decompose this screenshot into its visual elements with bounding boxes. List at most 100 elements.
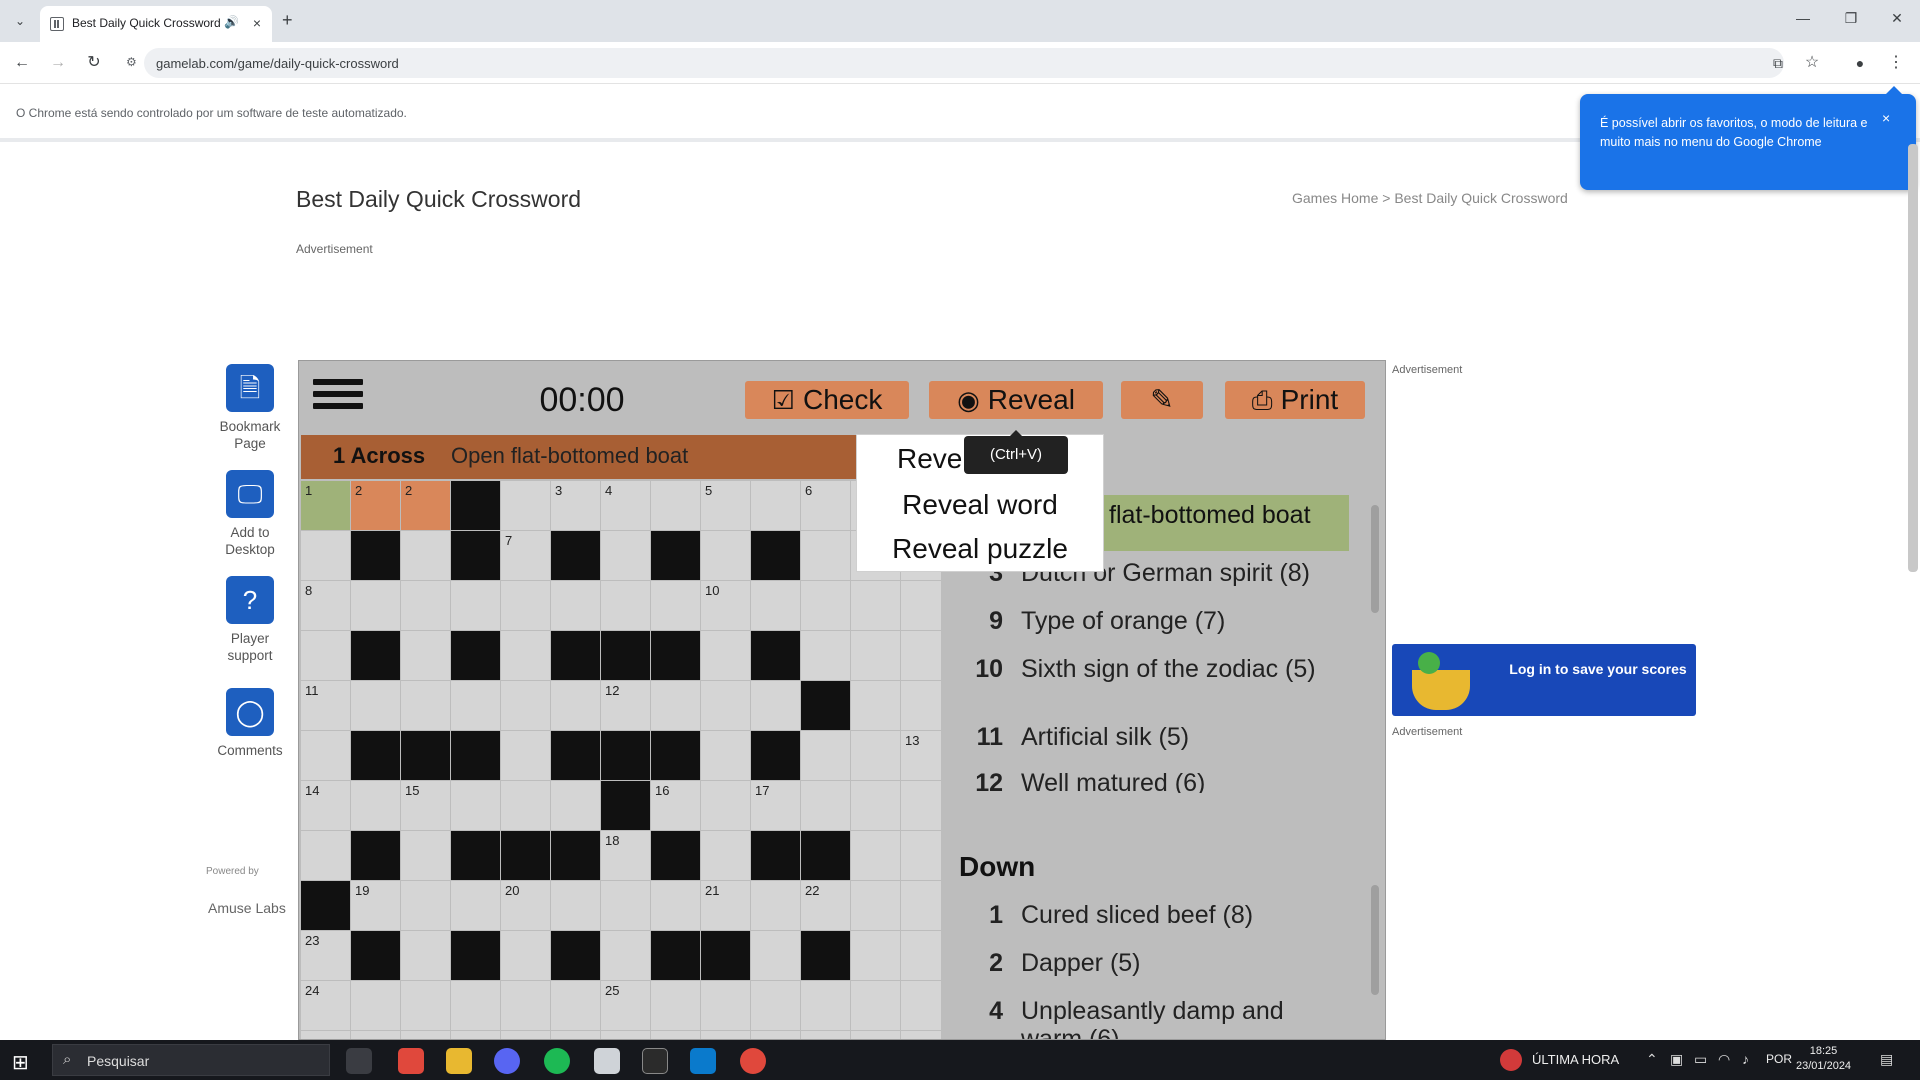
grid-cell[interactable]: 5 (701, 481, 750, 530)
login-banner[interactable]: Log in to save your scores (1392, 644, 1696, 716)
hamburger-menu-icon[interactable] (313, 379, 363, 415)
grid-cell[interactable] (601, 581, 650, 630)
grid-cell[interactable] (501, 981, 550, 1030)
address-bar[interactable]: gamelab.com/game/daily-quick-crossword (144, 48, 1784, 78)
grid-cell[interactable] (601, 1031, 650, 1039)
grid-cell[interactable] (301, 1031, 350, 1039)
chrome-menu-icon[interactable]: ⋮ (1884, 51, 1908, 75)
print-button[interactable]: ⎙ Print (1225, 381, 1365, 419)
grid-cell[interactable] (451, 581, 500, 630)
grid-cell[interactable] (851, 981, 900, 1030)
grid-cell[interactable] (651, 681, 700, 730)
player-support-button[interactable]: ? Player support (208, 576, 292, 664)
add-to-desktop-button[interactable]: 🖵 Add to Desktop (208, 470, 292, 558)
grid-cell[interactable] (551, 781, 600, 830)
breadcrumb[interactable]: Games Home > Best Daily Quick Crossword (1292, 190, 1568, 206)
down-clue[interactable]: 1 Cured sliced beef (8) (967, 901, 1347, 929)
pencil-button[interactable]: ✎ (1121, 381, 1203, 419)
reveal-puzzle-item[interactable]: Reveal puzzle (857, 527, 1103, 571)
grid-cell[interactable]: 11 (301, 681, 350, 730)
grid-cell[interactable]: 22 (801, 881, 850, 930)
grid-cell[interactable] (751, 681, 800, 730)
across-clue[interactable]: 11 Artificial silk (5) (967, 723, 1347, 751)
grid-cell[interactable] (351, 781, 400, 830)
tray-chevron-icon[interactable]: ⌃ (1646, 1051, 1658, 1068)
file-explorer-icon[interactable] (446, 1048, 472, 1074)
grid-cell[interactable] (601, 881, 650, 930)
grid-cell[interactable] (651, 881, 700, 930)
forward-icon[interactable]: → (46, 51, 70, 75)
install-app-icon[interactable]: ⧉ (1766, 51, 1790, 75)
grid-cell[interactable] (501, 581, 550, 630)
grid-cell[interactable]: 20 (501, 881, 550, 930)
grid-cell[interactable] (851, 831, 900, 880)
grid-cell[interactable] (301, 631, 350, 680)
grid-cell[interactable] (801, 531, 850, 580)
grid-cell[interactable] (501, 931, 550, 980)
grid-cell[interactable] (801, 1031, 850, 1039)
grid-cell[interactable] (801, 731, 850, 780)
grid-cell[interactable] (401, 981, 450, 1030)
grid-cell[interactable] (651, 581, 700, 630)
grid-cell[interactable] (701, 831, 750, 880)
page-scrollbar[interactable] (1908, 144, 1918, 572)
site-settings-icon[interactable]: ⚙ (126, 55, 137, 69)
news-icon[interactable] (1500, 1049, 1522, 1071)
grid-cell[interactable] (651, 1031, 700, 1039)
grid-cell[interactable] (351, 981, 400, 1030)
grid-cell[interactable] (551, 581, 600, 630)
grid-cell[interactable]: 19 (351, 881, 400, 930)
grid-cell[interactable]: 2 (401, 481, 450, 530)
grid-cell[interactable]: 17 (751, 781, 800, 830)
grid-cell[interactable] (851, 731, 900, 780)
grid-cell[interactable] (501, 781, 550, 830)
crossword-grid[interactable]: 1 2 2 3 4 5 6 7 8 10 11 12 13 14 15 16 17 18 19 20 21 22 23 24 2… (301, 481, 950, 1039)
grid-cell[interactable] (501, 681, 550, 730)
grid-cell[interactable] (351, 581, 400, 630)
grid-cell[interactable] (401, 881, 450, 930)
grid-cell[interactable] (501, 731, 550, 780)
tab-close-icon[interactable]: × (248, 14, 266, 32)
grid-cell[interactable] (651, 981, 700, 1030)
bubble-close-icon[interactable]: × (1882, 110, 1890, 126)
bookmark-star-icon[interactable]: ☆ (1800, 51, 1824, 75)
grid-cell[interactable] (401, 931, 450, 980)
grid-cell[interactable] (751, 931, 800, 980)
chrome-active-icon[interactable] (740, 1048, 766, 1074)
grid-cell[interactable] (851, 931, 900, 980)
wifi-icon[interactable]: ◠ (1718, 1051, 1730, 1068)
grid-cell[interactable] (701, 981, 750, 1030)
grid-cell[interactable]: 6 (801, 481, 850, 530)
grid-cell[interactable] (701, 631, 750, 680)
grid-cell[interactable]: 1 (301, 481, 350, 530)
grid-cell[interactable]: 16 (651, 781, 700, 830)
discord-icon[interactable] (494, 1048, 520, 1074)
grid-cell[interactable] (501, 481, 550, 530)
grid-cell[interactable]: 21 (701, 881, 750, 930)
grid-cell[interactable] (401, 581, 450, 630)
grid-cell[interactable] (851, 631, 900, 680)
amuse-labs-logo[interactable]: Amuse Labs (208, 900, 286, 916)
grid-cell[interactable] (301, 731, 350, 780)
grid-cell[interactable] (751, 881, 800, 930)
profile-icon[interactable]: ● (1848, 51, 1872, 75)
grid-cell[interactable] (701, 681, 750, 730)
grid-cell[interactable] (801, 581, 850, 630)
grid-cell[interactable]: 25 (601, 981, 650, 1030)
down-clue[interactable]: 4 Unpleasantly damp and warm (6) (967, 997, 1347, 1039)
grid-cell[interactable] (451, 1031, 500, 1039)
notepad-icon[interactable] (594, 1048, 620, 1074)
grid-cell[interactable] (551, 1031, 600, 1039)
grid-cell[interactable] (751, 981, 800, 1030)
grid-cell[interactable] (451, 681, 500, 730)
grid-cell[interactable] (551, 881, 600, 930)
grid-cell[interactable] (751, 1031, 800, 1039)
grid-cell[interactable] (401, 831, 450, 880)
grid-cell[interactable] (501, 1031, 550, 1039)
grid-cell[interactable] (701, 1031, 750, 1039)
chrome-app-icon[interactable] (398, 1048, 424, 1074)
terminal-icon[interactable] (642, 1048, 668, 1074)
grid-cell[interactable] (451, 781, 500, 830)
grid-cell[interactable]: 12 (601, 681, 650, 730)
grid-cell[interactable] (401, 531, 450, 580)
